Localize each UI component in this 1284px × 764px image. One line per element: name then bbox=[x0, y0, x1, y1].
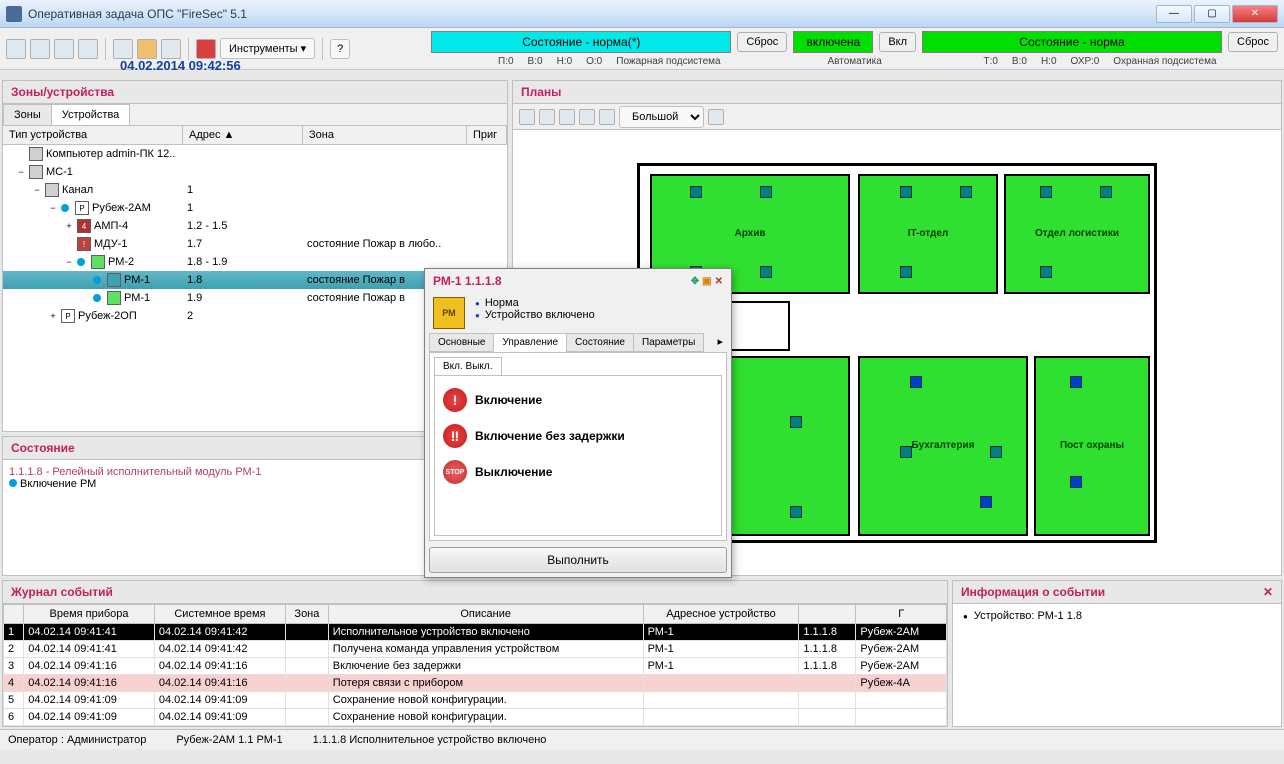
help-button[interactable]: ? bbox=[330, 39, 350, 59]
room-it[interactable]: IT-отдел bbox=[858, 174, 998, 294]
dialog-tab-scroll-icon[interactable]: ▸ bbox=[713, 333, 727, 352]
device-dialog: РМ-1 1.1.1.8 ✥ ▣ ✕ РМ Норма Устройство в… bbox=[424, 268, 732, 578]
journal-row[interactable]: 404.02.14 09:41:1604.02.14 09:41:16Потер… bbox=[4, 675, 947, 692]
dialog-info-norm: Норма bbox=[475, 297, 595, 309]
warn-icon: ! bbox=[443, 388, 467, 412]
journal-row[interactable]: 604.02.14 09:41:0904.02.14 09:41:09Сохра… bbox=[4, 709, 947, 726]
tab-devices[interactable]: Устройства bbox=[51, 104, 131, 125]
room-accounting[interactable]: Бухгалтерия bbox=[858, 356, 1028, 536]
status-operator: Оператор : Администратор bbox=[8, 734, 146, 746]
dialog-tab-control[interactable]: Управление bbox=[493, 333, 567, 352]
dialog-close-icon[interactable]: ✕ bbox=[715, 276, 723, 287]
minimize-button[interactable]: — bbox=[1156, 5, 1192, 23]
th-type[interactable]: Тип устройства bbox=[3, 126, 183, 144]
fire-reset-button[interactable]: Сброс bbox=[737, 32, 787, 52]
tree-row[interactable]: !МДУ-11.7состояние Пожар в любо.. bbox=[3, 235, 507, 253]
tb-icon-6[interactable] bbox=[137, 39, 157, 59]
auto-status: включена bbox=[793, 31, 873, 53]
dialog-tab-status[interactable]: Состояние bbox=[566, 333, 634, 352]
th-zone[interactable]: Зона bbox=[303, 126, 467, 144]
tree-row[interactable]: −Канал1 bbox=[3, 181, 507, 199]
tb-icon-1[interactable] bbox=[6, 39, 26, 59]
window-title: Оперативная задача ОПС "FireSec" 5.1 bbox=[28, 7, 1156, 21]
journal-header[interactable]: Зона bbox=[286, 605, 329, 624]
maximize-button[interactable]: ▢ bbox=[1194, 5, 1230, 23]
journal-header[interactable]: Г bbox=[856, 605, 947, 624]
auto-sub: Автоматика bbox=[827, 56, 881, 67]
journal-row[interactable]: 104.02.14 09:41:4104.02.14 09:41:42Испол… bbox=[4, 624, 947, 641]
action-turn-on-nodelay[interactable]: ‼Включение без задержки bbox=[441, 418, 715, 454]
tree-row[interactable]: +4АМП-41.2 - 1.5 bbox=[3, 217, 507, 235]
app-icon bbox=[6, 6, 22, 22]
plans-panel-title: Планы bbox=[513, 81, 1281, 104]
statusbar: Оператор : Администратор Рубеж-2АМ 1.1 Р… bbox=[0, 729, 1284, 749]
journal-header[interactable]: Время прибора bbox=[24, 605, 155, 624]
journal-header[interactable]: Описание bbox=[328, 605, 643, 624]
dialog-title: РМ-1 1.1.1.8 bbox=[433, 274, 502, 288]
instruments-dropdown[interactable]: Инструменты ▾ bbox=[220, 38, 315, 59]
tree-row[interactable]: Компьютер admin-ПК 12.. bbox=[3, 145, 507, 163]
dialog-maximize-icon[interactable]: ▣ bbox=[702, 276, 711, 287]
status-device: Рубеж-2АМ 1.1 РМ-1 bbox=[176, 734, 282, 746]
info-title: Информация о событии✕ bbox=[953, 581, 1281, 604]
room-guard[interactable]: Пост охраны bbox=[1034, 356, 1150, 536]
action-turn-on[interactable]: !Включение bbox=[441, 382, 715, 418]
dialog-info-on: Устройство включено bbox=[475, 309, 595, 321]
tb-icon-3[interactable] bbox=[54, 39, 74, 59]
journal-header[interactable]: Адресное устройство bbox=[643, 605, 799, 624]
tree-row[interactable]: −РРубеж-2АМ1 bbox=[3, 199, 507, 217]
tb-icon-5[interactable] bbox=[113, 39, 133, 59]
journal-title: Журнал событий bbox=[3, 581, 947, 604]
dialog-subtab[interactable]: Вкл. Выкл. bbox=[434, 357, 502, 375]
pm-badge-icon: РМ bbox=[433, 297, 465, 329]
zoom-select[interactable]: Большой bbox=[619, 106, 704, 128]
tb-icon-4[interactable] bbox=[78, 39, 98, 59]
warn-icon: ‼ bbox=[443, 424, 467, 448]
tb-icon-7[interactable] bbox=[161, 39, 181, 59]
th-addr[interactable]: Адрес ▲ bbox=[183, 126, 303, 144]
dialog-pin-icon[interactable]: ✥ bbox=[691, 276, 699, 287]
journal-row[interactable]: 204.02.14 09:41:4104.02.14 09:41:42Получ… bbox=[4, 641, 947, 658]
journal-row[interactable]: 304.02.14 09:41:1604.02.14 09:41:16Включ… bbox=[4, 658, 947, 675]
close-button[interactable]: ✕ bbox=[1232, 5, 1278, 23]
window-titlebar: Оперативная задача ОПС "FireSec" 5.1 — ▢… bbox=[0, 0, 1284, 28]
journal-row[interactable]: 504.02.14 09:41:0904.02.14 09:41:09Сохра… bbox=[4, 692, 947, 709]
execute-button[interactable]: Выполнить bbox=[429, 547, 727, 573]
fire-status: Состояние - норма(*) bbox=[431, 31, 731, 53]
tree-row[interactable]: −МС-1 bbox=[3, 163, 507, 181]
journal-header[interactable] bbox=[799, 605, 856, 624]
room-logistics[interactable]: Отдел логистики bbox=[1004, 174, 1150, 294]
journal-header[interactable] bbox=[4, 605, 24, 624]
journal-header[interactable]: Системное время bbox=[154, 605, 285, 624]
zoom-in-icon[interactable] bbox=[539, 109, 555, 125]
info-line: Устройство: РМ-1 1.8 bbox=[963, 610, 1271, 622]
th-note[interactable]: Приг bbox=[467, 126, 507, 144]
select-icon[interactable] bbox=[579, 109, 595, 125]
layers-icon[interactable] bbox=[599, 109, 615, 125]
journal-table: Время прибораСистемное времяЗонаОписание… bbox=[3, 604, 947, 726]
zoom-out-icon[interactable] bbox=[559, 109, 575, 125]
guard-counts: Т:0В:0Н:0ОХР:0 Охранная подсистема bbox=[983, 56, 1216, 67]
action-turn-off[interactable]: STOPВыключение bbox=[441, 454, 715, 490]
status-addr: 1.1.1.8 Исполнительное устройство включе… bbox=[313, 734, 547, 746]
datetime: 04.02.2014 09:42:56 bbox=[120, 58, 241, 73]
plan-prev-icon[interactable] bbox=[708, 109, 724, 125]
fire-counts: П:0В:0Н:0О:0 Пожарная подсистема bbox=[498, 56, 721, 67]
tb-icon-2[interactable] bbox=[30, 39, 50, 59]
dialog-tab-params[interactable]: Параметры bbox=[633, 333, 704, 352]
guard-reset-button[interactable]: Сброс bbox=[1228, 32, 1278, 52]
tb-icon-stop[interactable] bbox=[196, 39, 216, 59]
stop-icon: STOP bbox=[443, 460, 467, 484]
zoom-fit-icon[interactable] bbox=[519, 109, 535, 125]
dialog-tab-main[interactable]: Основные bbox=[429, 333, 494, 352]
zones-panel-title: Зоны/устройства bbox=[3, 81, 507, 104]
info-close-icon[interactable]: ✕ bbox=[1263, 585, 1273, 599]
guard-status: Состояние - норма bbox=[922, 31, 1222, 53]
tab-zones[interactable]: Зоны bbox=[3, 104, 52, 125]
auto-on-button[interactable]: Вкл bbox=[879, 32, 916, 52]
